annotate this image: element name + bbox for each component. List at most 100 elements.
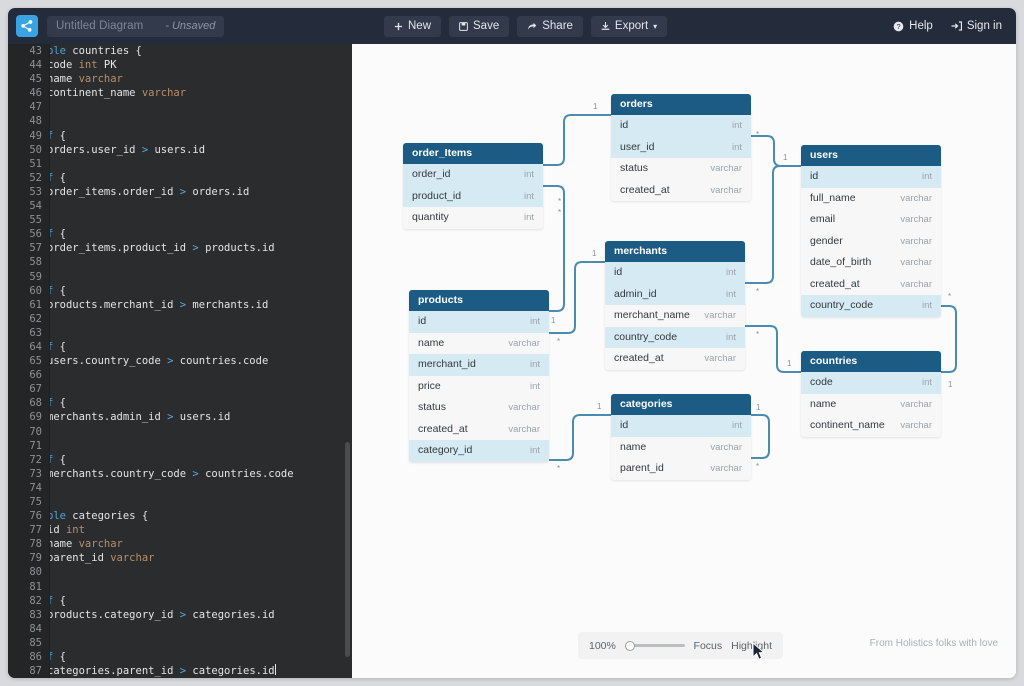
editor-code-line[interactable]: ble countries {	[50, 44, 352, 58]
table-header[interactable]: merchants	[605, 241, 745, 262]
editor-code-line[interactable]	[50, 114, 352, 128]
editor-code-line[interactable]: merchants.country_code > countries.code	[50, 467, 352, 481]
dbml-code-editor[interactable]: 4344454647484950515253545556575859606162…	[8, 44, 352, 678]
editor-code-area[interactable]: ble countries {code int PKname varcharco…	[50, 44, 352, 678]
table-row[interactable]: full_namevarchar	[801, 188, 941, 210]
table-card-users[interactable]: usersidintfull_namevarcharemailvarcharge…	[801, 145, 941, 317]
editor-code-line[interactable]	[50, 481, 352, 495]
editor-code-line[interactable]: products.merchant_id > merchants.id	[50, 298, 352, 312]
save-button[interactable]: Save	[449, 16, 509, 37]
table-card-merchants[interactable]: merchantsidintadmin_idintmerchant_nameva…	[605, 241, 745, 370]
table-row[interactable]: idint	[605, 262, 745, 284]
table-row[interactable]: user_idint	[611, 137, 751, 159]
table-row[interactable]: merchant_idint	[409, 354, 549, 376]
export-button[interactable]: Export ▾	[591, 16, 667, 37]
table-header[interactable]: products	[409, 290, 549, 311]
zoom-slider[interactable]	[625, 641, 685, 651]
table-row[interactable]: created_atvarchar	[801, 274, 941, 296]
editor-code-line[interactable]: f {	[50, 227, 352, 241]
table-row[interactable]: idint	[409, 311, 549, 333]
table-row[interactable]: order_idint	[403, 164, 543, 186]
editor-code-line[interactable]	[50, 255, 352, 269]
sign-in-button[interactable]: Sign in	[951, 20, 1002, 32]
table-card-categories[interactable]: categoriesidintnamevarcharparent_idvarch…	[611, 394, 751, 480]
editor-code-line[interactable]: orders.user_id > users.id	[50, 143, 352, 157]
table-row[interactable]: namevarchar	[611, 437, 751, 459]
editor-code-line[interactable]: f {	[50, 650, 352, 664]
editor-code-line[interactable]: f {	[50, 129, 352, 143]
editor-code-line[interactable]	[50, 636, 352, 650]
table-card-orders[interactable]: ordersidintuser_idintstatusvarcharcreate…	[611, 94, 751, 201]
editor-code-line[interactable]	[50, 565, 352, 579]
table-row[interactable]: idint	[801, 166, 941, 188]
diagram-canvas[interactable]: 1 * * 1 1 * 1 * * * * 1 1 1 * 1 * orders…	[352, 44, 1016, 678]
table-row[interactable]: continent_namevarchar	[801, 415, 941, 437]
editor-code-line[interactable]: f {	[50, 453, 352, 467]
table-row[interactable]: product_idint	[403, 186, 543, 208]
table-card-products[interactable]: productsidintnamevarcharmerchant_idintpr…	[409, 290, 549, 462]
table-header[interactable]: users	[801, 145, 941, 166]
editor-code-line[interactable]: f {	[50, 396, 352, 410]
table-row[interactable]: idint	[611, 115, 751, 137]
editor-code-line[interactable]: parent_id varchar	[50, 551, 352, 565]
editor-code-line[interactable]	[50, 326, 352, 340]
table-row[interactable]: created_atvarchar	[611, 180, 751, 202]
document-title-field[interactable]: Untitled Diagram - Unsaved	[47, 16, 224, 37]
editor-code-line[interactable]	[50, 157, 352, 171]
table-card-order_items[interactable]: order_Itemsorder_idintproduct_idintquant…	[403, 143, 543, 229]
table-row[interactable]: created_atvarchar	[409, 419, 549, 441]
table-row[interactable]: statusvarchar	[611, 158, 751, 180]
editor-code-line[interactable]: name varchar	[50, 72, 352, 86]
table-row[interactable]: codeint	[801, 372, 941, 394]
table-row[interactable]: namevarchar	[801, 394, 941, 416]
editor-code-line[interactable]	[50, 100, 352, 114]
editor-code-line[interactable]: f {	[50, 171, 352, 185]
editor-code-line[interactable]	[50, 382, 352, 396]
editor-code-line[interactable]	[50, 439, 352, 453]
new-button[interactable]: New	[384, 16, 441, 37]
app-logo-icon[interactable]	[16, 15, 38, 37]
table-row[interactable]: idint	[611, 415, 751, 437]
table-header[interactable]: countries	[801, 351, 941, 372]
editor-code-line[interactable]: categories.parent_id > categories.id	[50, 664, 352, 678]
zoom-slider-knob[interactable]	[625, 641, 635, 651]
table-row[interactable]: country_codeint	[801, 295, 941, 317]
editor-code-line[interactable]	[50, 622, 352, 636]
editor-code-line[interactable]	[50, 368, 352, 382]
editor-code-line[interactable]: code int PK	[50, 58, 352, 72]
table-row[interactable]: gendervarchar	[801, 231, 941, 253]
editor-code-line[interactable]	[50, 495, 352, 509]
editor-code-line[interactable]: f {	[50, 594, 352, 608]
editor-code-line[interactable]	[50, 425, 352, 439]
table-row[interactable]: parent_idvarchar	[611, 458, 751, 480]
table-row[interactable]: quantityint	[403, 207, 543, 229]
editor-code-line[interactable]	[50, 580, 352, 594]
editor-code-line[interactable]: continent_name varchar	[50, 86, 352, 100]
highlight-button[interactable]: Highlight	[731, 640, 772, 652]
editor-code-line[interactable]: f {	[50, 284, 352, 298]
editor-scrollbar[interactable]	[345, 442, 350, 657]
table-row[interactable]: statusvarchar	[409, 397, 549, 419]
table-row[interactable]: admin_idint	[605, 284, 745, 306]
table-row[interactable]: emailvarchar	[801, 209, 941, 231]
table-header[interactable]: categories	[611, 394, 751, 415]
editor-code-line[interactable]: products.category_id > categories.id	[50, 608, 352, 622]
table-row[interactable]: created_atvarchar	[605, 348, 745, 370]
editor-code-line[interactable]: f {	[50, 340, 352, 354]
editor-code-line[interactable]: order_items.order_id > orders.id	[50, 185, 352, 199]
table-row[interactable]: merchant_namevarchar	[605, 305, 745, 327]
share-button[interactable]: Share	[517, 16, 583, 37]
table-row[interactable]: date_of_birthvarchar	[801, 252, 941, 274]
editor-code-line[interactable]: merchants.admin_id > users.id	[50, 410, 352, 424]
table-row[interactable]: priceint	[409, 376, 549, 398]
editor-code-line[interactable]: order_items.product_id > products.id	[50, 241, 352, 255]
table-row[interactable]: category_idint	[409, 440, 549, 462]
table-header[interactable]: order_Items	[403, 143, 543, 164]
table-row[interactable]: namevarchar	[409, 333, 549, 355]
table-row[interactable]: country_codeint	[605, 327, 745, 349]
editor-code-line[interactable]: users.country_code > countries.code	[50, 354, 352, 368]
editor-code-line[interactable]	[50, 213, 352, 227]
editor-code-line[interactable]	[50, 312, 352, 326]
table-header[interactable]: orders	[611, 94, 751, 115]
table-card-countries[interactable]: countriescodeintnamevarcharcontinent_nam…	[801, 351, 941, 437]
